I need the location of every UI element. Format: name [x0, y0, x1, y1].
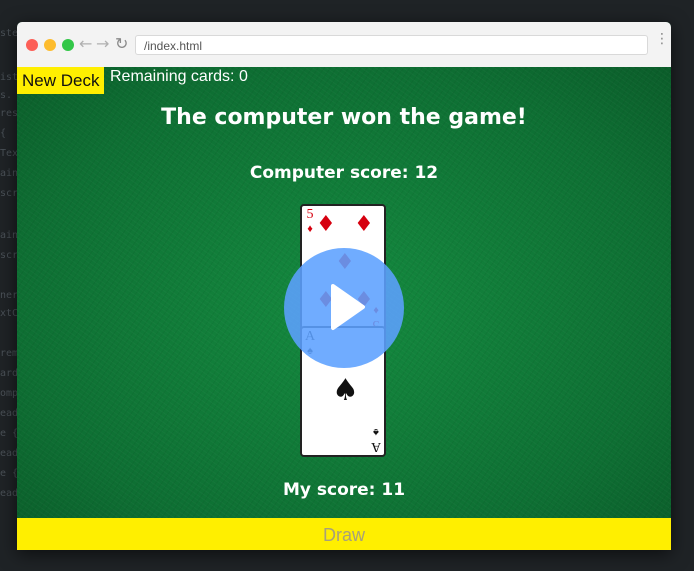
address-bar[interactable]: /index.html [135, 35, 648, 55]
diamond-icon: ♦ [354, 212, 374, 237]
forward-arrow-icon[interactable]: → [96, 34, 109, 54]
minimize-window-button[interactable] [44, 39, 56, 51]
card-table: New Deck Remaining cards: 0 The computer… [17, 67, 671, 550]
computer-score: Computer score: 12 [249, 163, 439, 183]
game-result-heading: The computer won the game! [161, 105, 527, 130]
close-window-button[interactable] [26, 39, 38, 51]
play-icon [331, 284, 365, 330]
browser-window: ← → ↻ /index.html ⋮ New Deck Remaining c… [17, 22, 671, 550]
spade-icon: ♠ [373, 426, 379, 438]
browser-toolbar: ← → ↻ /index.html ⋮ [17, 22, 671, 68]
spade-icon: ♠ [332, 373, 359, 408]
diamond-icon: ♦ [307, 223, 313, 235]
remaining-cards-label: Remaining cards: 0 [110, 68, 248, 85]
back-arrow-icon[interactable]: ← [79, 34, 92, 54]
card-corner-top-left: 5 ♦ [304, 208, 316, 236]
draw-button[interactable]: Draw [17, 518, 671, 550]
new-deck-button[interactable]: New Deck [17, 67, 105, 94]
my-score: My score: 11 [282, 480, 406, 500]
maximize-window-button[interactable] [62, 39, 74, 51]
diamond-icon: ♦ [316, 212, 336, 237]
card-rank: A [370, 439, 382, 454]
reload-icon[interactable]: ↻ [115, 34, 128, 54]
card-corner-bottom-right: A ♠ [370, 425, 382, 454]
card-rank: 5 [306, 207, 314, 222]
kebab-menu-icon[interactable]: ⋮ [655, 32, 669, 46]
video-play-button[interactable] [284, 248, 404, 368]
